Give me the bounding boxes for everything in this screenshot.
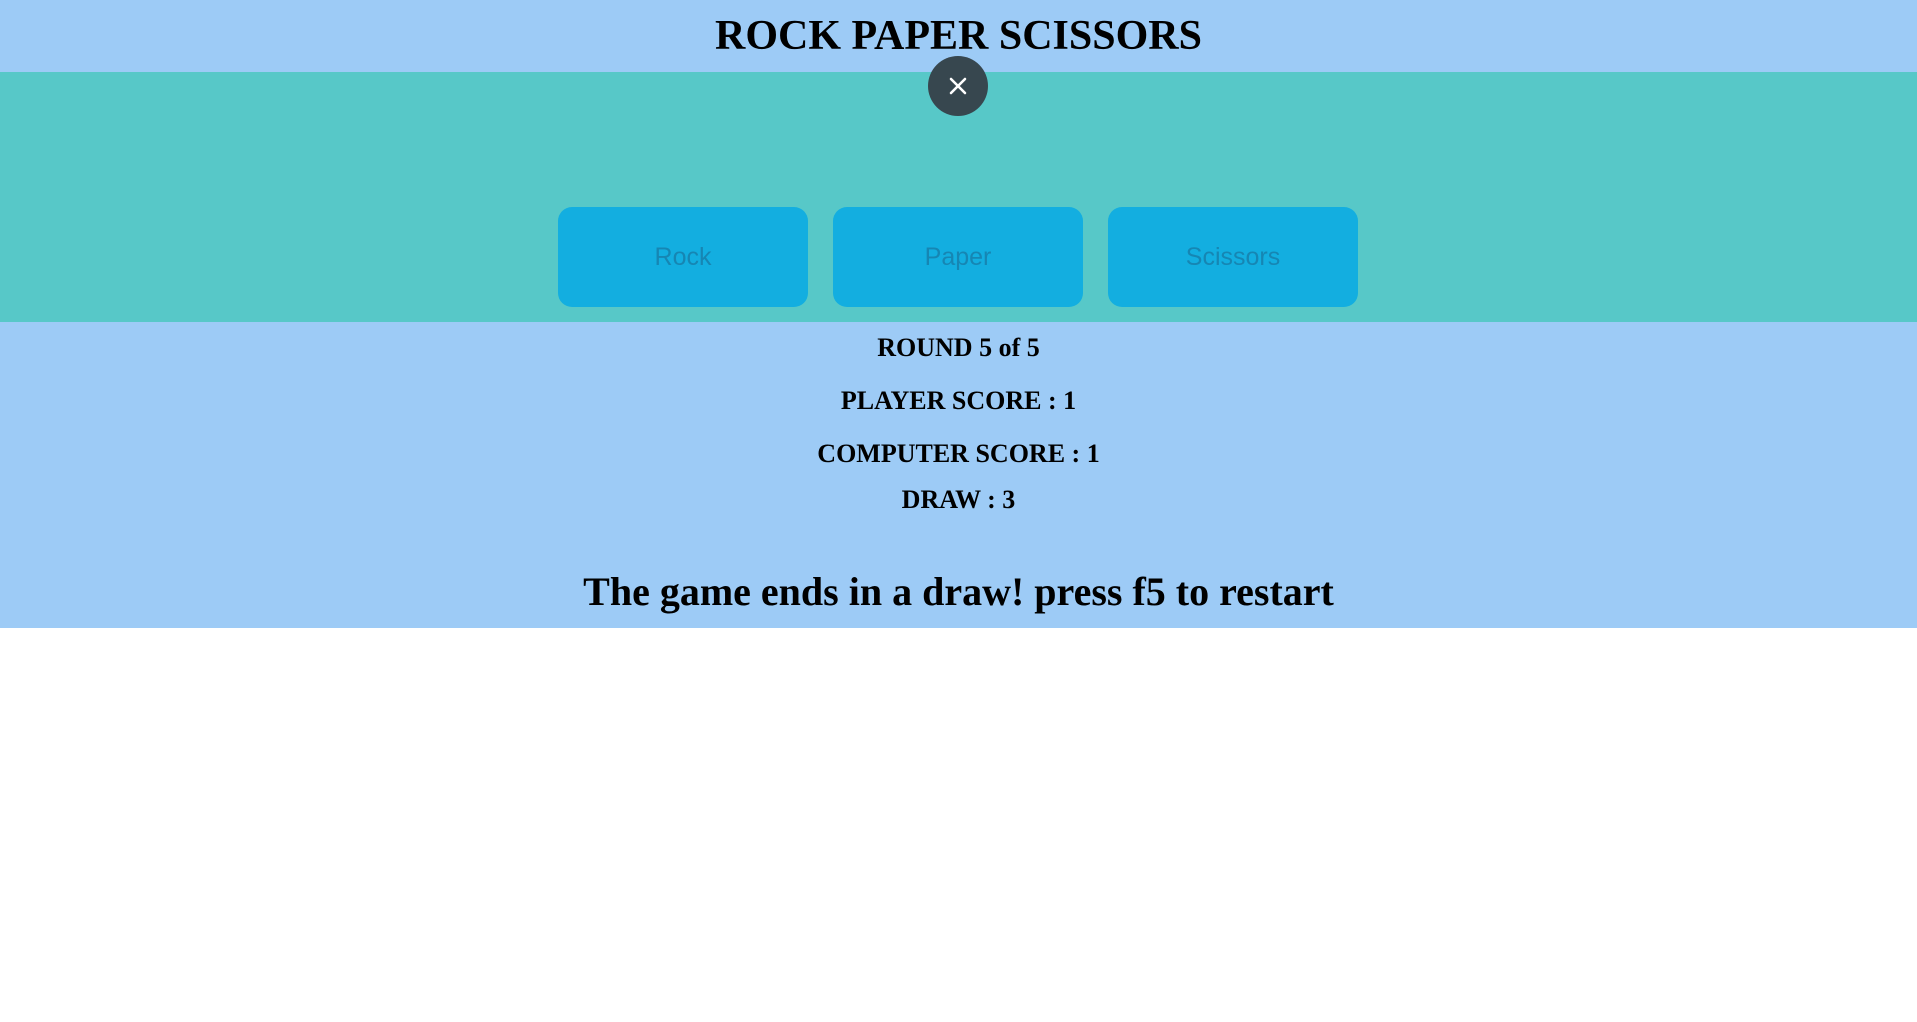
- draw-count: DRAW : 3: [901, 485, 1016, 514]
- page-title: ROCK PAPER SCISSORS: [715, 13, 1202, 59]
- round-counter: ROUND 5 of 5: [877, 333, 1040, 362]
- player-score: PLAYER SCORE : 1: [840, 386, 1077, 415]
- computer-score: COMPUTER SCORE : 1: [817, 439, 1100, 468]
- paper-button[interactable]: Paper: [833, 207, 1083, 307]
- rock-button[interactable]: Rock: [558, 207, 808, 307]
- scoreboard: ROUND 5 of 5 PLAYER SCORE : 1 COMPUTER S…: [0, 322, 1917, 628]
- close-icon: [949, 77, 967, 95]
- close-button[interactable]: [928, 56, 988, 116]
- scissors-button[interactable]: Scissors: [1108, 207, 1358, 307]
- result-message: The game ends in a draw! press f5 to res…: [583, 569, 1334, 614]
